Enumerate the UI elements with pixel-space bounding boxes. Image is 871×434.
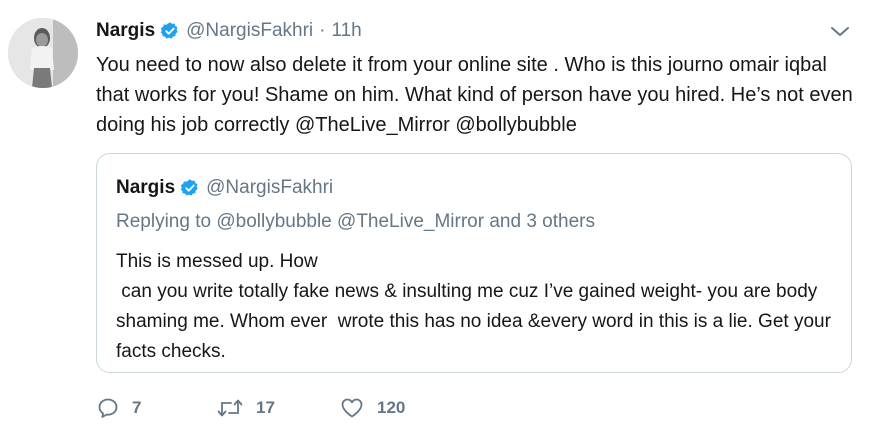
verified-badge-icon <box>160 21 180 41</box>
tweet-header: Nargis @NargisFakhri · 11h <box>96 17 362 45</box>
avatar[interactable] <box>8 18 78 88</box>
replying-to: Replying to @bollybubble @TheLive_Mirror… <box>116 211 595 232</box>
separator-dot: · <box>319 20 326 41</box>
reply-count: 7 <box>132 398 142 417</box>
retweet-icon <box>216 396 244 420</box>
reply-icon <box>96 396 120 420</box>
retweet-count: 17 <box>256 398 275 417</box>
quoted-tweet[interactable]: Nargis @NargisFakhri Replying to @bollyb… <box>96 153 852 373</box>
tweet-timestamp[interactable]: 11h <box>331 20 361 42</box>
like-count: 120 <box>377 398 406 417</box>
quoted-tweet-header: Nargis @NargisFakhri <box>116 174 333 202</box>
author-name[interactable]: Nargis <box>96 20 155 42</box>
reply-button[interactable]: 7 <box>96 396 141 420</box>
tweet-text: You need to now also delete it from your… <box>96 54 859 136</box>
quoted-author-name: Nargis <box>116 177 176 198</box>
avatar-photo <box>8 18 78 88</box>
quoted-tweet-text: This is messed up. How can you write tot… <box>116 251 831 362</box>
heart-icon <box>339 396 365 420</box>
retweet-button[interactable]: 17 <box>216 396 275 420</box>
chevron-down-icon[interactable] <box>829 24 851 40</box>
tweet: Nargis @NargisFakhri · 11h You need to n… <box>0 0 871 434</box>
like-button[interactable]: 120 <box>339 396 405 420</box>
author-handle[interactable]: @NargisFakhri <box>186 20 313 42</box>
quoted-author-handle: @NargisFakhri <box>206 177 334 198</box>
verified-badge-icon <box>180 178 200 198</box>
